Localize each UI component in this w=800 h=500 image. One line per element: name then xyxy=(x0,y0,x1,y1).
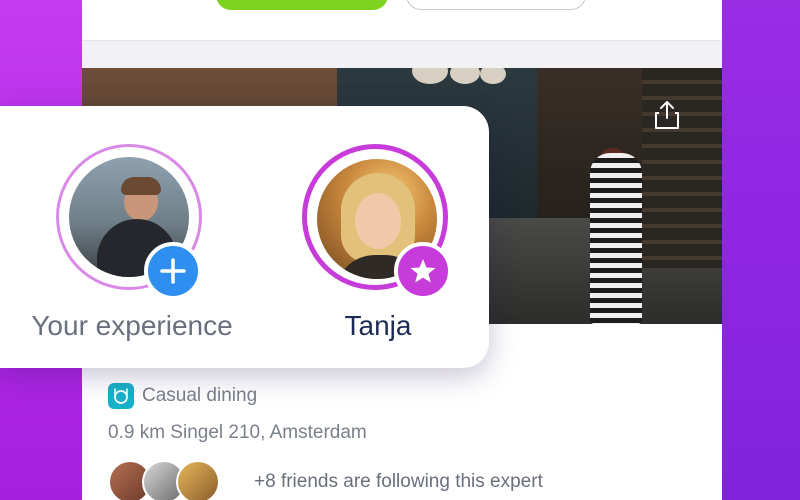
friends-row[interactable]: +8 friends are following this expert xyxy=(108,460,543,500)
expert-name-label[interactable]: Tanja xyxy=(300,310,456,342)
add-experience-button[interactable] xyxy=(144,242,202,300)
venue-details: Casual dining 0.9 km Singel 210, Amsterd… xyxy=(108,382,708,500)
your-experience-label[interactable]: Your experience xyxy=(0,310,264,342)
plus-icon xyxy=(160,258,186,284)
secondary-action-button[interactable] xyxy=(406,0,586,10)
star-icon xyxy=(410,259,436,283)
share-icon[interactable] xyxy=(654,100,680,130)
category-row: Casual dining xyxy=(108,382,708,410)
friend-avatar xyxy=(176,460,220,500)
primary-action-button[interactable] xyxy=(216,0,388,10)
dining-icon xyxy=(108,383,134,409)
background-right xyxy=(722,0,800,500)
experience-selector-popup: Your experience Tanja xyxy=(0,106,489,368)
top-bar xyxy=(82,0,722,40)
address-label[interactable]: 0.9 km Singel 210, Amsterdam xyxy=(108,422,367,444)
expert-badge xyxy=(394,242,452,300)
section-divider xyxy=(82,40,722,68)
friends-following-label: +8 friends are following this expert xyxy=(254,471,543,492)
category-label: Casual dining xyxy=(142,385,258,406)
